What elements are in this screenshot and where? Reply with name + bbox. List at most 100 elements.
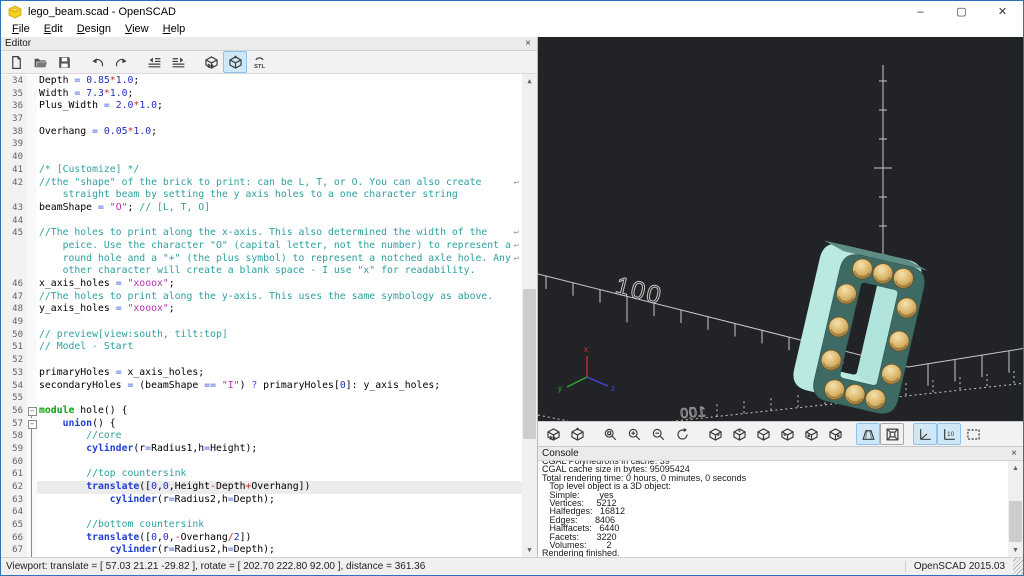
reset-view-button[interactable]: [670, 423, 694, 445]
code-line[interactable]: 64: [1, 506, 522, 519]
view-left-button[interactable]: [775, 423, 799, 445]
code-editor[interactable]: 34Depth = 0.85*1.0;35Width = 7.3*1.0;36P…: [1, 74, 537, 557]
minimize-button[interactable]: –: [900, 1, 941, 22]
line-number: 63: [1, 494, 27, 507]
console-scroll-up-icon[interactable]: ▲: [1008, 461, 1023, 475]
code-line[interactable]: 44: [1, 215, 522, 228]
show-scale-markers-button[interactable]: 10: [937, 423, 961, 445]
code-line[interactable]: 63 cylinder(r=Radius2,h=Depth);: [1, 494, 522, 507]
code-line[interactable]: 36Plus_Width = 2.0*1.0;: [1, 100, 522, 113]
zoom-in-button[interactable]: [622, 423, 646, 445]
scroll-up-icon[interactable]: ▲: [522, 74, 537, 88]
zoom-out-button[interactable]: [646, 423, 670, 445]
code-line[interactable]: 41/* [Customize] */: [1, 164, 522, 177]
console-close-icon[interactable]: ×: [1005, 447, 1023, 460]
code-line[interactable]: 40: [1, 151, 522, 164]
code-line[interactable]: round hole and a "+" (the plus symbol) t…: [1, 253, 522, 266]
menu-view[interactable]: View: [118, 22, 156, 37]
console-scrollbar[interactable]: ▲ ▼: [1008, 461, 1023, 557]
show-axes-button[interactable]: [913, 423, 937, 445]
lego-beam-model: [789, 240, 929, 416]
viewport-3d[interactable]: 100 100: [538, 37, 1023, 421]
title-bar: lego_beam.scad - OpenSCAD –▢✕: [1, 1, 1023, 22]
code-line[interactable]: 43beamShape = "O"; // [L, T, O]: [1, 202, 522, 215]
viewport-toolbar: 10: [538, 421, 1023, 447]
editor-scrollbar[interactable]: ▲ ▼: [522, 74, 537, 557]
code-line[interactable]: 61 //top countersink: [1, 468, 522, 481]
view-top-button[interactable]: [727, 423, 751, 445]
new-file-button[interactable]: [4, 51, 28, 73]
code-line[interactable]: 46x_axis_holes = "xooox";: [1, 278, 522, 291]
code-text: Overhang = 0.05*1.0;: [37, 126, 157, 139]
maximize-button[interactable]: ▢: [941, 1, 982, 22]
undo-button[interactable]: [85, 51, 109, 73]
view-right-button[interactable]: [703, 423, 727, 445]
close-button[interactable]: ✕: [982, 1, 1023, 22]
code-line[interactable]: 67 cylinder(r=Radius2,h=Depth);: [1, 544, 522, 557]
code-line[interactable]: 50// preview[view:south, tilt:top]: [1, 329, 522, 342]
code-line[interactable]: 56−module hole() {: [1, 405, 522, 418]
zoom-all-button[interactable]: [598, 423, 622, 445]
code-line[interactable]: 59 cylinder(r=Radius1,h=Height);: [1, 443, 522, 456]
code-line[interactable]: 34Depth = 0.85*1.0;: [1, 75, 522, 88]
view-bottom-button[interactable]: [751, 423, 775, 445]
code-line[interactable]: 53primaryHoles = x_axis_holes;: [1, 367, 522, 380]
console-scroll-down-icon[interactable]: ▼: [1008, 543, 1023, 557]
code-line[interactable]: 48y_axis_holes = "xooox";: [1, 303, 522, 316]
render-button[interactable]: [565, 423, 589, 445]
code-line[interactable]: 58 //core: [1, 430, 522, 443]
code-line[interactable]: 51// Model - Start: [1, 341, 522, 354]
code-line[interactable]: 65 //bottom countersink: [1, 519, 522, 532]
code-line[interactable]: 52: [1, 354, 522, 367]
fold-marker[interactable]: −: [27, 418, 37, 431]
unindent-button[interactable]: [142, 51, 166, 73]
code-line[interactable]: 57− union() {: [1, 418, 522, 431]
console-output[interactable]: CGAL Polyhedrons in cache: 39CGAL cache …: [538, 461, 1023, 557]
scroll-down-icon[interactable]: ▼: [522, 543, 537, 557]
toolbar-group: [142, 51, 190, 73]
line-number: 34: [1, 75, 27, 88]
view-all-button[interactable]: [961, 423, 985, 445]
code-line[interactable]: 55: [1, 392, 522, 405]
editor-scroll-thumb[interactable]: [523, 289, 536, 439]
code-line[interactable]: 38Overhang = 0.05*1.0;: [1, 126, 522, 139]
line-number: 44: [1, 215, 27, 228]
orthogonal-button[interactable]: [880, 423, 904, 445]
console-scroll-thumb[interactable]: [1009, 501, 1022, 542]
preview-button[interactable]: [199, 51, 223, 73]
code-line[interactable]: 54secondaryHoles = (beamShape == "I") ? …: [1, 380, 522, 393]
code-area[interactable]: 34Depth = 0.85*1.0;35Width = 7.3*1.0;36P…: [1, 75, 522, 557]
menu-help[interactable]: Help: [156, 22, 193, 37]
resize-grip[interactable]: [1013, 558, 1023, 575]
line-number: 54: [1, 380, 27, 393]
code-line[interactable]: 47//The holes to print along the y-axis.…: [1, 291, 522, 304]
code-line[interactable]: 37: [1, 113, 522, 126]
view-back-button[interactable]: [823, 423, 847, 445]
perspective-button[interactable]: [856, 423, 880, 445]
code-line[interactable]: 60: [1, 456, 522, 469]
code-line[interactable]: peice. Use the character "O" (capital le…: [1, 240, 522, 253]
indent-button[interactable]: [166, 51, 190, 73]
code-line[interactable]: other character will create a blank spac…: [1, 265, 522, 278]
code-line[interactable]: 66 translate([0,0,-Overhang/2]): [1, 532, 522, 545]
code-line[interactable]: 49: [1, 316, 522, 329]
code-line[interactable]: 45//The holes to print along the x-axis.…: [1, 227, 522, 240]
view-front-button[interactable]: [799, 423, 823, 445]
export-stl-button[interactable]: STL: [247, 51, 271, 73]
save-button[interactable]: [52, 51, 76, 73]
fold-marker[interactable]: −: [27, 405, 37, 418]
render-button[interactable]: [223, 51, 247, 73]
menu-file[interactable]: File: [5, 22, 37, 37]
code-line-current[interactable]: 62 translate([0,0,Height-Depth+Overhang]…: [1, 481, 522, 494]
code-line[interactable]: 39: [1, 138, 522, 151]
code-line[interactable]: 42//the "shape" of the brick to print: c…: [1, 177, 522, 190]
open-button[interactable]: [28, 51, 52, 73]
redo-button[interactable]: [109, 51, 133, 73]
code-line[interactable]: 35Width = 7.3*1.0;: [1, 88, 522, 101]
menu-design[interactable]: Design: [70, 22, 118, 37]
code-line[interactable]: straight beam by setting the y axis hole…: [1, 189, 522, 202]
preview-button[interactable]: [541, 423, 565, 445]
editor-close-icon[interactable]: ×: [519, 37, 537, 50]
menu-edit[interactable]: Edit: [37, 22, 70, 37]
line-number: 47: [1, 291, 27, 304]
